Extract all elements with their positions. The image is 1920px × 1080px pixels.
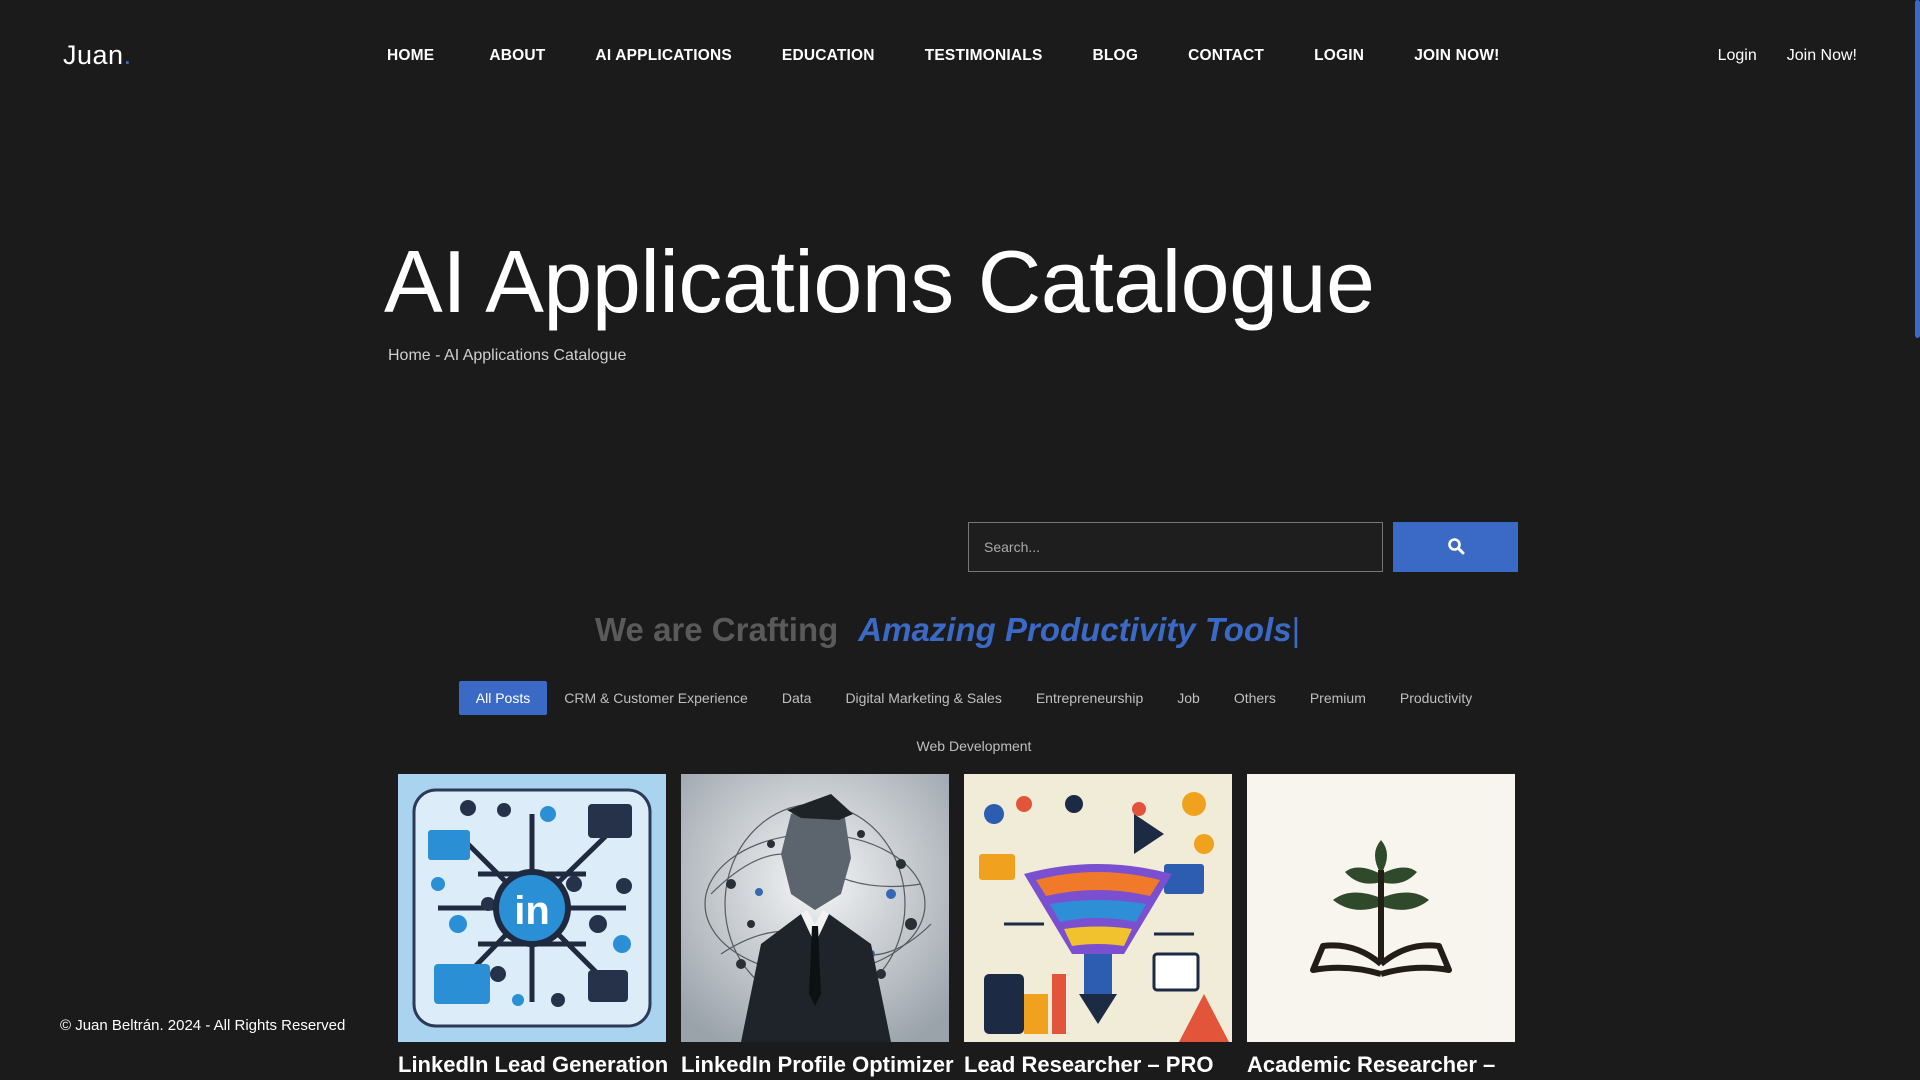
nav-contact[interactable]: CONTACT [1188,46,1264,66]
filter-others[interactable]: Others [1217,681,1293,715]
nav-testimonials[interactable]: TESTIMONIALS [925,46,1043,66]
login-link[interactable]: Login [1718,46,1757,66]
logo-dot: . [123,40,132,70]
search-icon [1447,537,1465,558]
logo[interactable]: Juan. [63,40,132,71]
join-now-link[interactable]: Join Now! [1787,46,1857,66]
nav-login[interactable]: LOGIN [1314,46,1364,66]
copyright-notice: © Juan Beltrán. 2024 - All Rights Reserv… [60,1017,346,1034]
filter-job[interactable]: Job [1160,681,1217,715]
academic-researcher-thumbnail[interactable] [1247,774,1515,1042]
filter-premium[interactable]: Premium [1293,681,1383,715]
breadcrumb-separator: - [430,347,445,364]
svg-text:in: in [514,889,550,933]
search-button[interactable] [1393,522,1518,572]
tagline-highlight: Amazing Productivity Tools [858,611,1292,648]
app-card[interactable]: Lead Researcher – PRO [964,774,1232,1078]
app-card-title[interactable]: Lead Researcher – PRO [964,1052,1232,1078]
header-actions: Login Join Now! [1718,46,1857,66]
category-filters: All Posts CRM & Customer Experience Data… [434,681,1514,763]
typing-cursor: | [1291,611,1301,648]
filter-data[interactable]: Data [765,681,829,715]
nav-home[interactable]: HOME [387,46,434,66]
breadcrumb-current: AI Applications Catalogue [444,347,627,364]
filter-digital-marketing[interactable]: Digital Marketing & Sales [828,681,1018,715]
filter-crm[interactable]: CRM & Customer Experience [547,681,765,715]
linkedin-profile-optimizer-thumbnail[interactable] [681,774,949,1042]
nav-about[interactable]: ABOUT [489,46,545,66]
nav-education[interactable]: EDUCATION [782,46,875,66]
app-card[interactable]: Academic Researcher – [1247,774,1515,1078]
scrollbar-thumb[interactable] [1915,0,1920,338]
filter-productivity[interactable]: Productivity [1383,681,1489,715]
nav-blog[interactable]: BLOG [1093,46,1139,66]
app-card[interactable]: in LinkedIn Lead Generation [398,774,668,1078]
app-card[interactable]: LinkedIn Profile Optimizer [681,774,954,1078]
app-card-title[interactable]: LinkedIn Lead Generation [398,1052,668,1078]
linkedin-lead-generation-thumbnail[interactable]: in [398,774,666,1042]
nav-ai-applications[interactable]: AI APPLICATIONS [595,46,731,66]
lead-researcher-pro-thumbnail[interactable] [964,774,1232,1042]
tagline: We are Crafting Amazing Productivity Tool… [595,610,1300,650]
logo-text: Juan [63,40,124,70]
search-input[interactable] [968,522,1383,572]
app-card-title[interactable]: Academic Researcher – [1247,1052,1515,1078]
filter-web-development[interactable]: Web Development [900,729,1049,763]
main-nav: HOME ABOUT AI APPLICATIONS EDUCATION TES… [387,46,1550,66]
breadcrumb: Home - AI Applications Catalogue [388,347,626,365]
filter-entrepreneurship[interactable]: Entrepreneurship [1019,681,1160,715]
app-card-title[interactable]: LinkedIn Profile Optimizer [681,1052,954,1078]
app-grid: in LinkedIn Lead Generation LinkedIn Pro… [398,774,1515,1078]
breadcrumb-home[interactable]: Home [388,347,431,364]
nav-join-now[interactable]: JOIN NOW! [1414,46,1499,66]
page-title: AI Applications Catalogue [384,232,1375,331]
filter-all-posts[interactable]: All Posts [458,681,548,715]
tagline-prefix: We are Crafting [595,611,839,648]
